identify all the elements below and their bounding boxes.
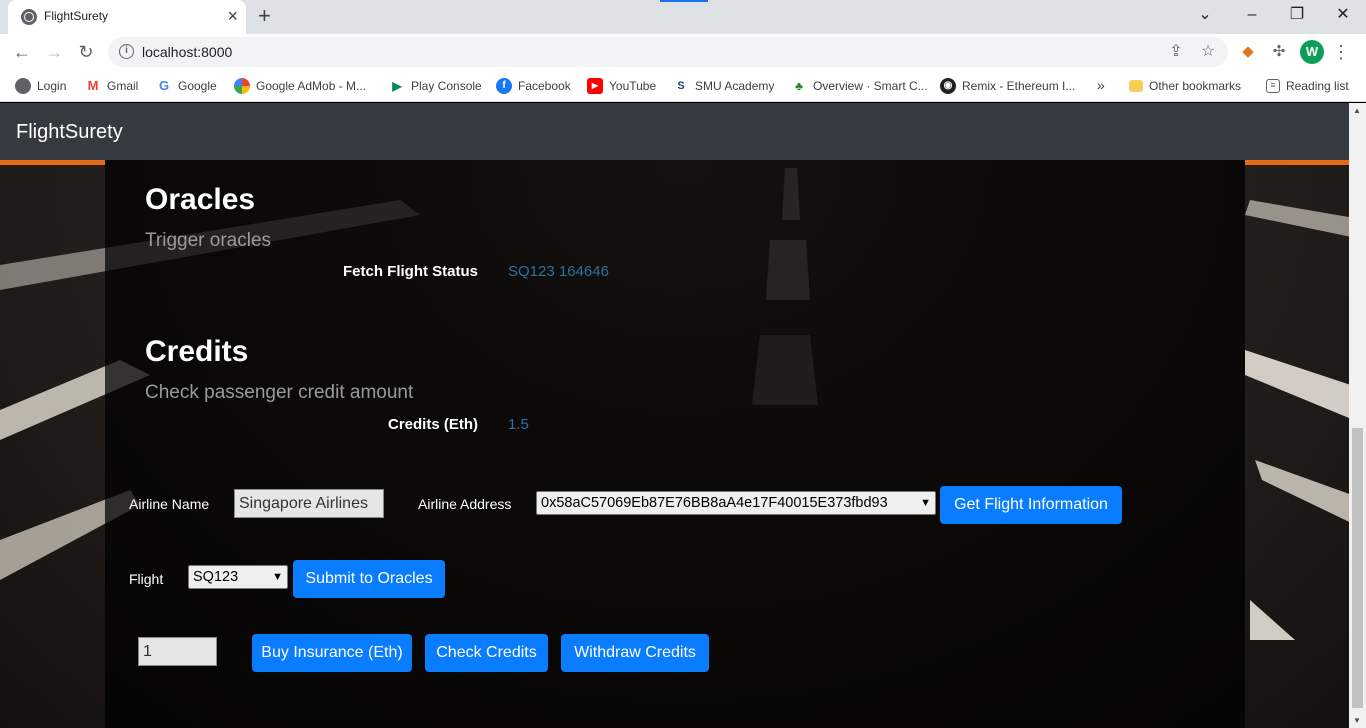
gmail-icon: M — [85, 77, 101, 94]
credits-heading: Credits — [145, 335, 249, 368]
flight-label: Flight — [129, 571, 164, 587]
bookmark-gmail[interactable]: M Gmail — [85, 77, 138, 95]
app-navbar: FlightSurety — [0, 103, 1366, 160]
flight-select[interactable]: SQ123 ▼ — [188, 565, 288, 589]
bookmark-google[interactable]: G Google — [156, 77, 217, 95]
credits-subtitle: Check passenger credit amount — [145, 382, 414, 403]
metamask-icon[interactable]: ◆ — [1237, 41, 1259, 63]
browser-toolbar: ← → ↻ i localhost:8000 ⇪ ☆ ◆ ✣ W ⋮ — [0, 34, 1366, 70]
get-flight-information-button[interactable]: Get Flight Information — [940, 486, 1122, 524]
credits-eth-label: Credits (Eth) — [388, 416, 478, 433]
bookmarks-bar: Login M Gmail G Google Google AdMob - M...… — [0, 70, 1366, 102]
app-brand[interactable]: FlightSurety — [16, 121, 123, 144]
fetch-flight-status-label: Fetch Flight Status — [343, 263, 478, 280]
buy-insurance-button[interactable]: Buy Insurance (Eth) — [252, 634, 412, 672]
facebook-icon: f — [496, 77, 512, 94]
tab-search-icon[interactable]: ⌄ — [1193, 4, 1217, 26]
oracles-heading: Oracles — [145, 183, 256, 216]
navbar-accent-right — [1245, 160, 1349, 165]
restore-icon[interactable]: ❐ — [1285, 4, 1309, 26]
url-text[interactable]: localhost:8000 — [142, 44, 232, 60]
play-console-icon: ▶ — [389, 77, 405, 94]
profile-avatar[interactable]: W — [1300, 40, 1324, 64]
share-icon[interactable]: ⇪ — [1166, 42, 1186, 62]
browser-tab[interactable]: FlightSurety × — [8, 0, 246, 34]
minimize-icon[interactable]: – — [1240, 4, 1264, 26]
tab-title: FlightSurety — [44, 9, 109, 23]
bookmark-youtube[interactable]: ▶ YouTube — [587, 77, 656, 95]
airline-name-input[interactable]: Singapore Airlines — [234, 489, 384, 518]
youtube-icon: ▶ — [587, 77, 603, 94]
scroll-up-icon[interactable]: ▲ — [1353, 106, 1361, 115]
site-info-icon[interactable]: i — [119, 44, 134, 59]
tab-strip: FlightSurety × + ⌄ – ❐ ✕ — [0, 0, 1366, 34]
bookmark-play-console[interactable]: ▶ Play Console — [389, 77, 482, 95]
bookmark-admob[interactable]: Google AdMob - M... — [234, 77, 366, 95]
bookmark-smu[interactable]: S SMU Academy — [673, 77, 774, 95]
globe-icon — [21, 9, 37, 25]
scroll-down-icon[interactable]: ▼ — [1353, 716, 1361, 725]
reading-list-icon: ≡ — [1266, 78, 1280, 93]
remix-icon: ◉ — [940, 77, 956, 94]
airline-name-label: Airline Name — [129, 496, 210, 512]
bookmark-remix[interactable]: ◉ Remix - Ethereum I... — [940, 77, 1075, 95]
address-bar[interactable]: i localhost:8000 ⇪ ☆ — [108, 37, 1228, 67]
airline-address-label: Airline Address — [418, 496, 512, 512]
fetch-flight-status-value: SQ123 164646 — [508, 263, 609, 280]
oracles-subtitle: Trigger oracles — [145, 230, 272, 251]
smu-icon: S — [673, 77, 689, 94]
bookmark-other[interactable]: Other bookmarks — [1129, 77, 1241, 95]
insurance-amount-input[interactable]: 1 — [138, 637, 217, 666]
flight-selected: SQ123 — [193, 569, 239, 585]
submit-to-oracles-button[interactable]: Submit to Oracles — [293, 560, 445, 598]
close-tab-icon[interactable]: × — [227, 6, 238, 26]
new-tab-icon[interactable]: + — [258, 4, 271, 28]
withdraw-credits-button[interactable]: Withdraw Credits — [561, 634, 709, 672]
admob-icon — [234, 77, 250, 94]
chevron-down-icon: ▼ — [920, 497, 931, 509]
overview-icon: ♣ — [791, 77, 807, 94]
tab-indicator — [660, 0, 708, 2]
google-icon: G — [156, 77, 172, 94]
bookmark-facebook[interactable]: f Facebook — [496, 77, 571, 95]
bookmark-login[interactable]: Login — [15, 77, 66, 95]
chevron-down-icon: ▼ — [272, 571, 283, 583]
navbar-accent-left — [0, 160, 105, 165]
extensions-icon[interactable]: ✣ — [1268, 41, 1290, 63]
bookmark-star-icon[interactable]: ☆ — [1198, 42, 1218, 62]
reload-icon[interactable]: ↻ — [74, 40, 98, 64]
reading-list[interactable]: ≡ Reading list — [1266, 77, 1349, 95]
close-window-icon[interactable]: ✕ — [1331, 4, 1355, 26]
menu-icon[interactable]: ⋮ — [1330, 41, 1352, 63]
airline-address-selected: 0x58aC57069Eb87E76BB8aA4e17F40015E373fbd… — [541, 495, 888, 511]
airline-address-select[interactable]: 0x58aC57069Eb87E76BB8aA4e17F40015E373fbd… — [536, 491, 936, 515]
forward-icon[interactable]: → — [42, 40, 66, 64]
folder-icon — [1129, 79, 1143, 92]
credits-eth-value: 1.5 — [508, 416, 529, 433]
scrollbar-thumb[interactable] — [1352, 428, 1363, 708]
more-bookmarks-icon[interactable]: » — [1097, 77, 1105, 95]
page-scrollbar[interactable]: ▲ ▼ — [1349, 103, 1366, 728]
bookmark-overview[interactable]: ♣ Overview · Smart C... — [791, 77, 928, 95]
check-credits-button[interactable]: Check Credits — [425, 634, 548, 672]
back-icon[interactable]: ← — [10, 40, 34, 64]
globe-icon — [15, 77, 31, 94]
